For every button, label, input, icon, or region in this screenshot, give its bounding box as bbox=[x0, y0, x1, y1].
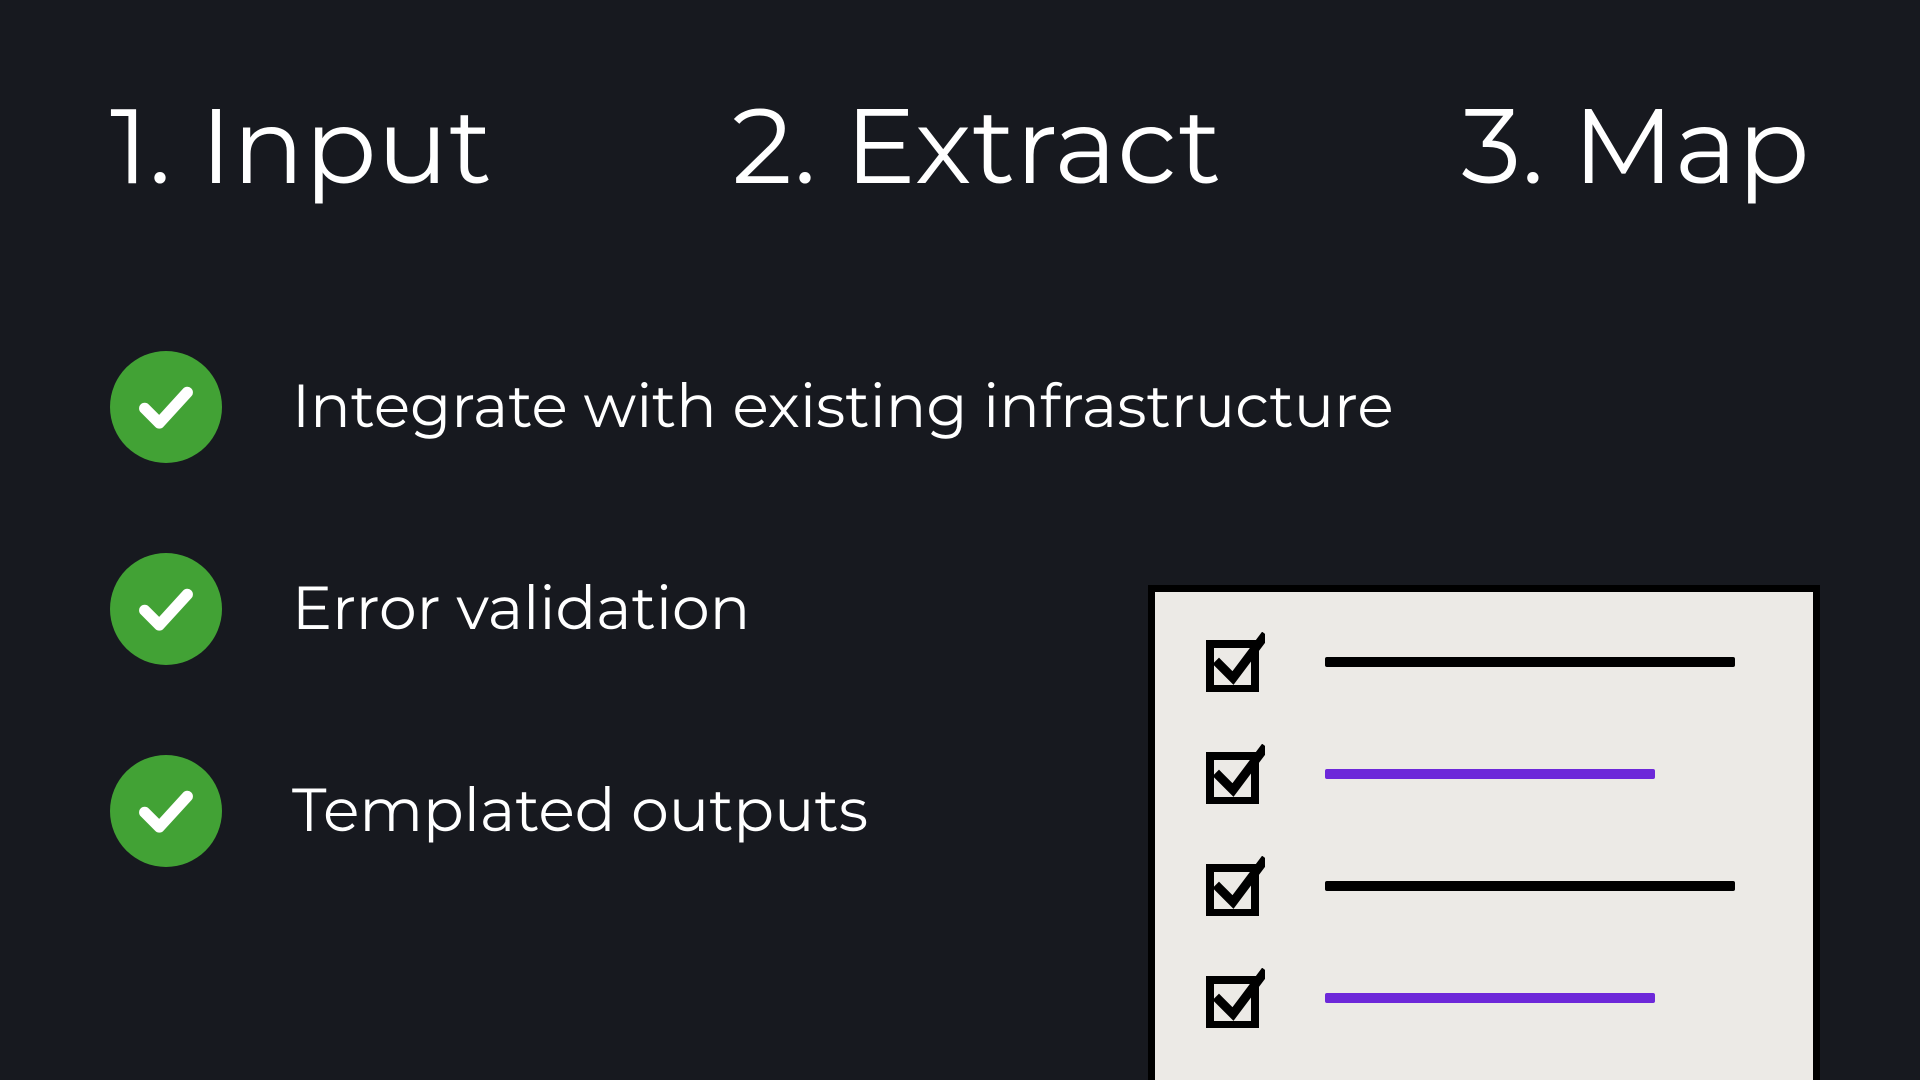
slide: 1. Input 2. Extract 3. Map Integrate wit… bbox=[0, 0, 1920, 1080]
feature-text: Templated outputs bbox=[292, 778, 868, 844]
checklist-illustration bbox=[1148, 585, 1820, 1080]
heading-extract: 2. Extract bbox=[732, 90, 1222, 201]
checkbox-icon bbox=[1205, 632, 1265, 692]
line-placeholder bbox=[1325, 881, 1735, 891]
line-placeholder bbox=[1325, 657, 1735, 667]
checklist-row bbox=[1205, 632, 1763, 692]
feature-item: Integrate with existing infrastructure bbox=[110, 351, 1810, 463]
checkbox-icon bbox=[1205, 744, 1265, 804]
line-placeholder bbox=[1325, 769, 1655, 779]
checkbox-icon bbox=[1205, 968, 1265, 1028]
checklist-row bbox=[1205, 856, 1763, 916]
heading-input: 1. Input bbox=[110, 90, 492, 201]
feature-text: Integrate with existing infrastructure bbox=[292, 374, 1394, 440]
headings-row: 1. Input 2. Extract 3. Map bbox=[110, 90, 1810, 201]
line-placeholder bbox=[1325, 993, 1655, 1003]
heading-map: 3. Map bbox=[1461, 90, 1810, 201]
feature-text: Error validation bbox=[292, 576, 750, 642]
check-icon bbox=[110, 553, 222, 665]
check-icon bbox=[110, 351, 222, 463]
checkbox-icon bbox=[1205, 856, 1265, 916]
checklist-row bbox=[1205, 744, 1763, 804]
check-icon bbox=[110, 755, 222, 867]
checklist-row bbox=[1205, 968, 1763, 1028]
